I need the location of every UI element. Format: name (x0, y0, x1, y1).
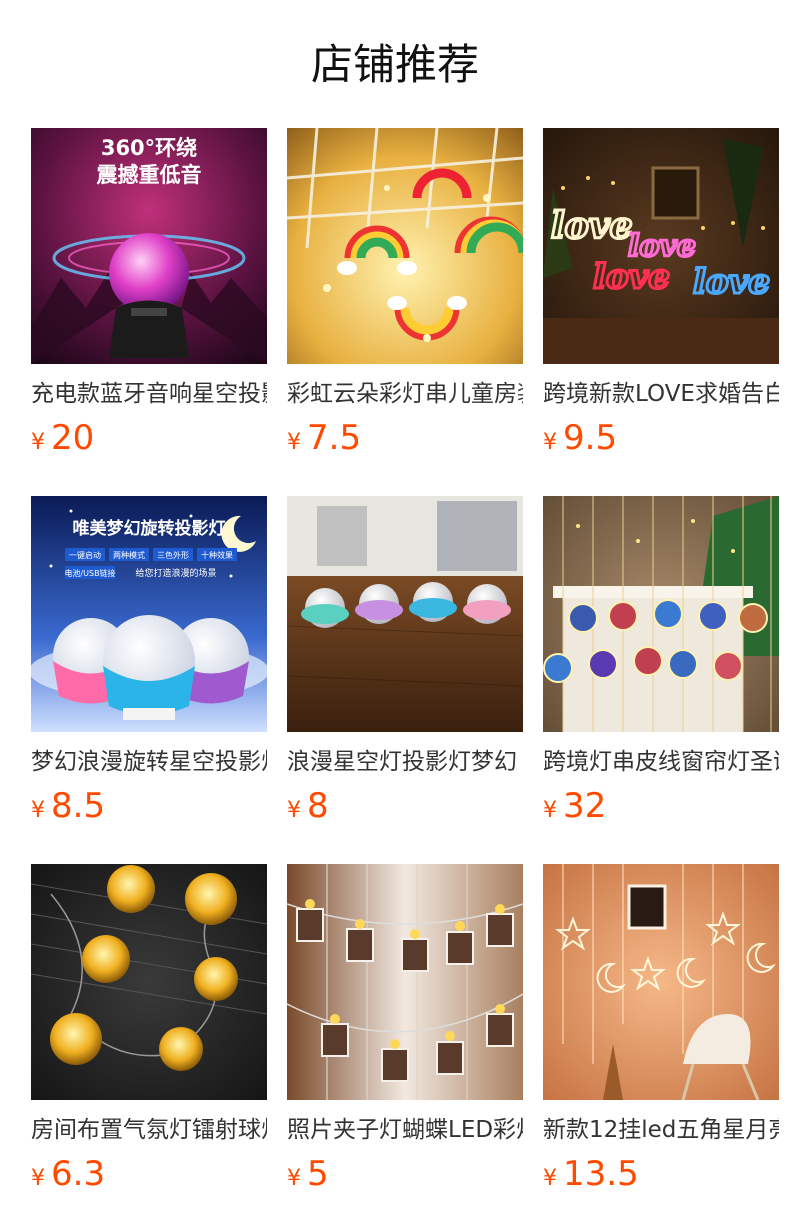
product-name[interactable]: 浪漫星空灯投影灯梦幻 (287, 746, 523, 778)
product-card[interactable]: 跨境灯串皮线窗帘灯圣诞 ¥32 (543, 496, 779, 830)
product-image[interactable]: 360°环绕 震撼重低音 (31, 128, 267, 364)
promo-text: 两种模式 (113, 550, 145, 560)
price-value: 9.5 (563, 418, 618, 458)
page-title: 店铺推荐 (310, 40, 479, 89)
promo-text: 三色外形 (157, 550, 189, 560)
product-name[interactable]: 彩虹云朵彩灯串儿童房装饰 (287, 378, 523, 410)
product-name[interactable]: 新款12挂led五角星月亮窗帘灯 (543, 1114, 779, 1146)
product-name[interactable]: 照片夹子灯蝴蝶LED彩灯串 (287, 1114, 523, 1146)
promo-text: 震撼重低音 (97, 163, 202, 187)
promo-text: 十种效果 (201, 550, 233, 560)
product-price: ¥20 (31, 414, 267, 462)
product-image[interactable] (543, 496, 779, 732)
currency-symbol: ¥ (543, 430, 557, 455)
currency-symbol: ¥ (31, 1166, 45, 1191)
product-name[interactable]: 充电款蓝牙音响星空投影灯 (31, 378, 267, 410)
currency-symbol: ¥ (543, 798, 557, 823)
product-price: ¥8.5 (31, 782, 267, 830)
currency-symbol: ¥ (287, 798, 301, 823)
price-value: 20 (51, 418, 95, 458)
price-value: 8.5 (51, 786, 106, 826)
product-price: ¥8 (287, 782, 523, 830)
currency-symbol: ¥ (287, 430, 301, 455)
promo-text: 给您打造浪漫的场景 (135, 567, 216, 579)
product-image[interactable] (287, 864, 523, 1100)
product-name[interactable]: 跨境灯串皮线窗帘灯圣诞 (543, 746, 779, 778)
product-card[interactable]: love love love love 跨境新款LOVE求婚告白灯 ¥9.5 (543, 128, 779, 462)
product-price: ¥6.3 (31, 1150, 267, 1198)
svg-text:love: love (551, 205, 633, 247)
product-card[interactable]: 360°环绕 震撼重低音 充电款蓝牙音响星空投影灯 ¥20 (31, 128, 267, 462)
svg-text:love: love (693, 262, 770, 302)
product-price: ¥5 (287, 1150, 523, 1198)
product-image[interactable] (287, 128, 523, 364)
product-price: ¥9.5 (543, 414, 779, 462)
currency-symbol: ¥ (31, 798, 45, 823)
product-card[interactable]: 房间布置气氛灯镭射球灯串 ¥6.3 (31, 864, 267, 1198)
currency-symbol: ¥ (287, 1166, 301, 1191)
product-image[interactable]: love love love love (543, 128, 779, 364)
price-value: 32 (563, 786, 607, 826)
price-value: 8 (307, 786, 329, 826)
promo-text: 唯美梦幻旋转投影灯 (73, 518, 226, 539)
promo-text: 电池/USB链接 (64, 568, 115, 578)
product-name[interactable]: 房间布置气氛灯镭射球灯串 (31, 1114, 267, 1146)
price-value: 7.5 (307, 418, 362, 458)
price-value: 5 (307, 1154, 329, 1194)
product-image[interactable] (287, 496, 523, 732)
promo-text: 360°环绕 (101, 136, 197, 160)
price-value: 13.5 (563, 1154, 639, 1194)
product-name[interactable]: 梦幻浪漫旋转星空投影灯 (31, 746, 267, 778)
product-image[interactable]: 唯美梦幻旋转投影灯 一键启动 两种模式 三色外形 十种效果 电池/USB链接 给… (31, 496, 267, 732)
product-price: ¥32 (543, 782, 779, 830)
product-image[interactable] (543, 864, 779, 1100)
currency-symbol: ¥ (31, 430, 45, 455)
product-name[interactable]: 跨境新款LOVE求婚告白灯 (543, 378, 779, 410)
price-value: 6.3 (51, 1154, 106, 1194)
product-card[interactable]: 新款12挂led五角星月亮窗帘灯 ¥13.5 (543, 864, 779, 1198)
product-image[interactable] (31, 864, 267, 1100)
svg-text:love: love (593, 257, 670, 297)
product-card[interactable]: 照片夹子灯蝴蝶LED彩灯串 ¥5 (287, 864, 523, 1198)
product-card[interactable]: 浪漫星空灯投影灯梦幻 ¥8 (287, 496, 523, 830)
promo-text: 一键启动 (69, 550, 101, 560)
product-price: ¥7.5 (287, 414, 523, 462)
product-price: ¥13.5 (543, 1150, 779, 1198)
product-card[interactable]: 唯美梦幻旋转投影灯 一键启动 两种模式 三色外形 十种效果 电池/USB链接 给… (31, 496, 267, 830)
currency-symbol: ¥ (543, 1166, 557, 1191)
product-card[interactable]: 彩虹云朵彩灯串儿童房装饰 ¥7.5 (287, 128, 523, 462)
